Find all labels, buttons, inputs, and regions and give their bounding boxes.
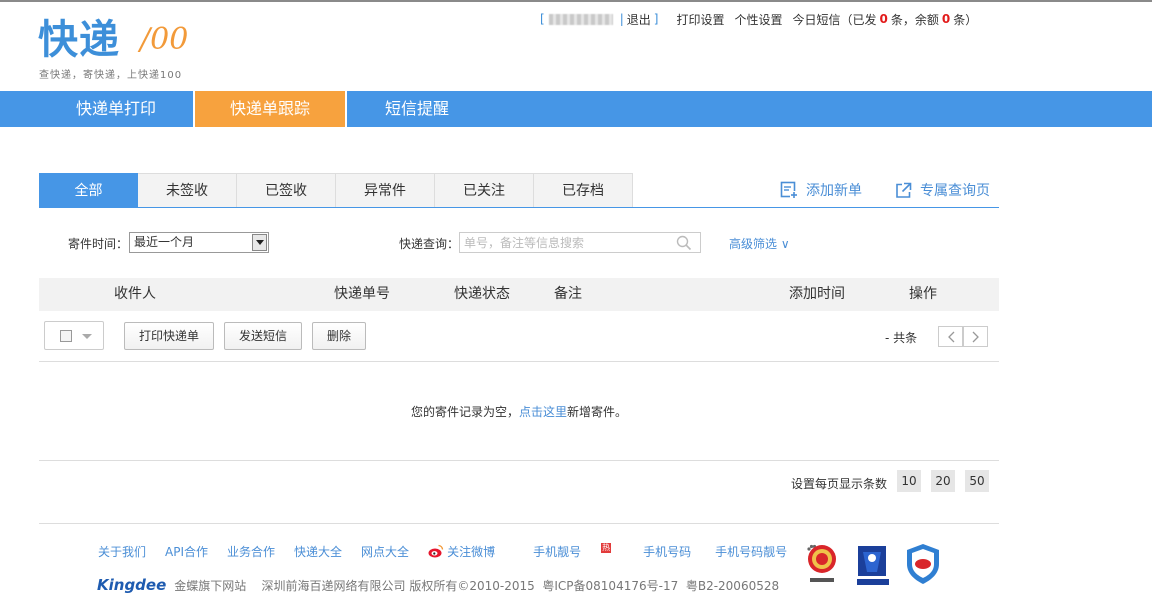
exclusive-query-link[interactable]: 专属查询页 <box>895 180 990 200</box>
status-tabs: 全部 未签收 已签收 异常件 已关注 已存档 <box>39 173 633 208</box>
external-link-icon <box>896 182 912 198</box>
col-note: 备注 <box>554 286 582 302</box>
sms-status-suffix: 条） <box>953 12 978 27</box>
main-nav: 快递单打印 快递单跟踪 短信提醒 <box>0 91 1152 127</box>
select-all-dropdown[interactable] <box>44 321 104 350</box>
per-page-10[interactable]: 10 <box>897 470 921 492</box>
page-info: - 共条 <box>885 331 918 345</box>
kingdee-logo[interactable]: Kingdee <box>97 576 166 594</box>
tabs-underline <box>39 207 999 208</box>
footer-link-phone-number[interactable]: 手机号码 <box>643 543 691 560</box>
tab-abnormal[interactable]: 异常件 <box>336 173 435 208</box>
username-redacted <box>548 13 613 25</box>
search-input[interactable] <box>460 233 670 252</box>
separator: | <box>619 12 624 26</box>
tab-archived[interactable]: 已存档 <box>534 173 633 208</box>
police-badge-icon[interactable] <box>853 542 893 588</box>
logo-number: /00 <box>140 22 189 57</box>
send-time-select[interactable]: 最近一个月 <box>129 232 269 253</box>
logout-link[interactable]: 退出 <box>627 11 651 28</box>
user-bracket-close: ] <box>653 12 659 26</box>
site-logo[interactable]: 快递 /00 查快递，寄快递，上快递100 <box>38 14 218 82</box>
sms-status-mid: 条，余额 <box>890 12 939 27</box>
col-tracking-number: 快递单号 <box>334 286 390 302</box>
tab-unsigned[interactable]: 未签收 <box>138 173 237 208</box>
advanced-filter-link[interactable]: 高级筛选 ∨ <box>729 235 790 252</box>
search-icon[interactable] <box>676 235 692 254</box>
add-document-icon <box>780 181 798 199</box>
per-page-label: 设置每页显示条数 <box>791 477 888 491</box>
empty-prefix: 您的寄件记录为空， <box>410 405 519 419</box>
nav-sms[interactable]: 短信提醒 <box>347 91 487 127</box>
dropdown-arrow-icon <box>252 234 267 251</box>
table-header: 收件人 快递单号 快递状态 备注 添加时间 操作 <box>39 278 999 311</box>
top-border <box>0 0 1152 2</box>
col-recipient: 收件人 <box>114 286 156 302</box>
personal-settings-link[interactable]: 个性设置 <box>734 11 782 28</box>
chevron-down-icon <box>82 334 92 339</box>
footer-link-about[interactable]: 关于我们 <box>98 543 146 560</box>
sms-sent-count: 0 <box>879 12 888 26</box>
copyright-text: 金蝶旗下网站 深圳前海百递网络有限公司 版权所有©2010-2015 粤ICP备… <box>174 578 780 593</box>
weibo-icon <box>428 544 444 558</box>
divider <box>39 361 999 362</box>
send-time-value: 最近一个月 <box>134 235 195 249</box>
footer-link-lucky-number[interactable]: 手机靓号 热 <box>533 542 630 560</box>
logo-text: 快递 <box>38 17 120 63</box>
nav-print[interactable]: 快递单打印 <box>39 91 193 127</box>
footer-link-phone-lucky[interactable]: 手机号码靓号 <box>715 543 787 560</box>
sms-balance-count: 0 <box>941 12 951 26</box>
chevron-left-icon <box>947 331 954 342</box>
footer-divider <box>39 523 999 524</box>
footer-links: 关于我们 API合作 业务合作 快递大全 网点大全 关注微博 手机靓号 热 手机号… <box>98 542 839 560</box>
footer-link-express-list[interactable]: 快递大全 <box>294 543 342 560</box>
prev-page-button[interactable] <box>938 326 963 347</box>
add-new-label: 添加新单 <box>806 183 862 199</box>
col-status: 快递状态 <box>454 286 510 302</box>
hot-badge: 热 <box>601 542 612 553</box>
print-settings-link[interactable]: 打印设置 <box>676 11 724 28</box>
footer-link-business[interactable]: 业务合作 <box>227 543 275 560</box>
express-query-label: 快递查询： <box>399 237 460 251</box>
print-waybill-button[interactable]: 打印快递单 <box>124 322 214 350</box>
footer-link-weibo[interactable]: 关注微博 <box>428 543 514 560</box>
select-all-checkbox[interactable] <box>60 330 72 342</box>
footer-copyright: Kingdee 金蝶旗下网站 深圳前海百递网络有限公司 版权所有©2010-20… <box>97 576 779 594</box>
tab-all[interactable]: 全部 <box>39 173 138 208</box>
lucky-number-label: 手机靓号 <box>533 544 582 559</box>
search-box <box>459 232 701 253</box>
weibo-label: 关注微博 <box>447 544 496 559</box>
empty-suffix: 新增寄件。 <box>567 405 628 419</box>
send-time-label: 寄件时间： <box>68 237 129 251</box>
user-bracket-open: [ <box>540 12 545 26</box>
sms-status-prefix: 今日短信（已发 <box>792 12 877 27</box>
next-page-button[interactable] <box>963 326 988 347</box>
divider <box>39 460 999 461</box>
col-added-time: 添加时间 <box>789 286 845 302</box>
tab-followed[interactable]: 已关注 <box>435 173 534 208</box>
logo-slogan: 查快递，寄快递，上快递100 <box>39 70 183 81</box>
top-user-bar: [ | 退出 ] 打印设置 个性设置 今日短信（已发 0 条，余额 0 条） <box>540 10 977 28</box>
per-page-20[interactable]: 20 <box>931 470 955 492</box>
exclusive-query-label: 专属查询页 <box>920 183 990 199</box>
delete-button[interactable]: 删除 <box>312 322 366 350</box>
nav-track[interactable]: 快递单跟踪 <box>195 91 345 127</box>
footer-link-outlets[interactable]: 网点大全 <box>361 543 409 560</box>
tab-signed[interactable]: 已签收 <box>237 173 336 208</box>
chevron-right-icon <box>972 331 979 342</box>
empty-state: 您的寄件记录为空，点击这里新增寄件。 <box>0 403 1038 420</box>
send-sms-button[interactable]: 发送短信 <box>224 322 302 350</box>
col-operation: 操作 <box>909 286 937 302</box>
footer-link-api[interactable]: API合作 <box>165 543 208 560</box>
add-shipment-link[interactable]: 点击这里 <box>519 405 567 419</box>
security-shield-icon[interactable] <box>903 542 943 588</box>
aic-badge-icon[interactable] <box>802 542 842 588</box>
per-page-50[interactable]: 50 <box>965 470 989 492</box>
add-new-button[interactable]: 添加新单 <box>780 180 862 200</box>
